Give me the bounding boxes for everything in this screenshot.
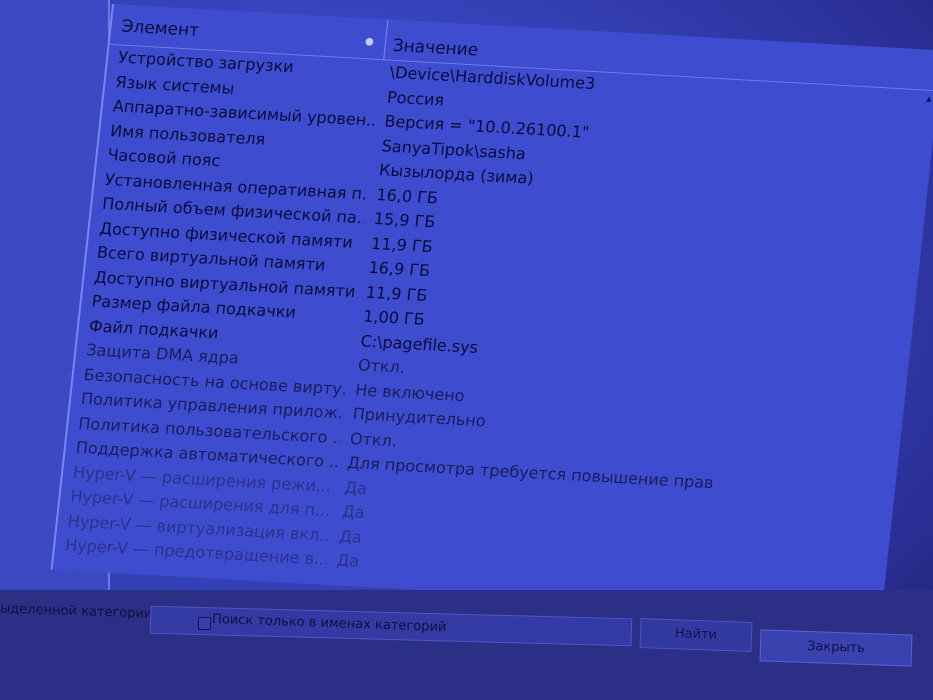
row-value: 1,00 ГБ bbox=[362, 306, 426, 329]
row-value: 16,0 ГБ bbox=[375, 184, 440, 207]
system-summary-list[interactable]: Элемент ● Значение ▴ Устройство загрузки… bbox=[50, 4, 933, 616]
sort-indicator-icon: ● bbox=[364, 36, 375, 48]
column-header-element[interactable]: Элемент bbox=[121, 17, 201, 41]
row-value: Россия bbox=[386, 87, 446, 110]
row-value: Да bbox=[343, 477, 369, 498]
row-value: Да bbox=[341, 501, 366, 522]
row-value: Не включено bbox=[354, 379, 466, 405]
monitor-screen: Элемент ● Значение ▴ Устройство загрузки… bbox=[0, 0, 933, 700]
row-value: 11,9 ГБ bbox=[370, 233, 434, 256]
row-value: 16,9 ГБ bbox=[367, 257, 432, 281]
row-value: 11,9 ГБ bbox=[365, 282, 429, 305]
row-value: Да bbox=[338, 526, 363, 547]
close-button[interactable]: Закрыть bbox=[759, 629, 913, 667]
column-divider[interactable] bbox=[383, 19, 389, 60]
column-header-value[interactable]: Значение bbox=[392, 36, 480, 61]
row-value: Откл. bbox=[349, 428, 398, 451]
categories-only-checkbox[interactable] bbox=[198, 617, 211, 630]
row-value: 15,9 ГБ bbox=[372, 209, 437, 232]
row-value: C:\pagefile.sys bbox=[359, 330, 480, 357]
row-value: Принудительно bbox=[351, 404, 487, 431]
row-value: Откл. bbox=[357, 355, 406, 377]
list-rows: Устройство загрузки \Device\HarddiskVolum… bbox=[54, 45, 933, 604]
find-button[interactable]: Найти bbox=[639, 618, 753, 652]
row-value: Да bbox=[335, 550, 361, 571]
